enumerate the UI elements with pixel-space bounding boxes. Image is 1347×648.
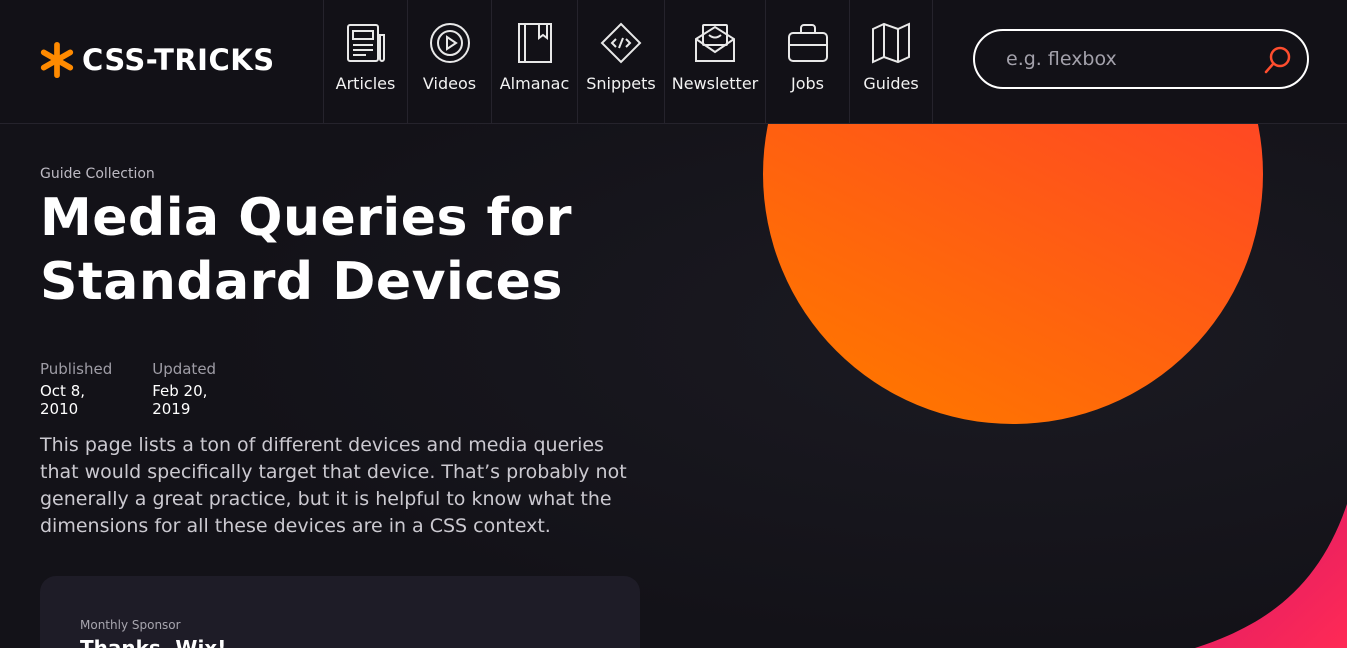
page-title: Media Queries for Standard Devices [40,188,573,312]
nav-guides[interactable]: Guides [849,0,933,124]
guide-collection-label[interactable]: Guide Collection [40,166,155,182]
newspaper-icon [346,24,385,62]
envelope-icon [695,24,735,62]
nav-snippets[interactable]: Snippets [577,0,664,124]
nav-label: Guides [863,74,919,93]
sponsor-label: Monthly Sponsor [80,618,181,632]
nav-newsletter[interactable]: Newsletter [664,0,765,124]
sponsor-title: Thanks, Wix! [80,636,227,648]
published-block: Published Oct 8, 2010 [40,360,112,418]
search-box [973,29,1309,89]
map-icon [872,22,910,64]
nav-articles[interactable]: Articles [323,0,407,124]
logo-text: CSS-TRICKS [82,43,275,77]
updated-block: Updated Feb 20, 2019 [152,360,216,418]
nav-label: Videos [422,74,477,93]
site-logo[interactable]: CSS-TRICKS [38,40,275,80]
search-input[interactable] [1006,48,1256,70]
book-icon [517,23,552,63]
nav-label: Articles [335,74,396,93]
asterisk-logo-icon [40,41,74,79]
nav-label: Jobs [791,74,824,93]
code-diamond-icon [600,22,642,64]
updated-label: Updated [152,360,217,378]
intro-paragraph: This page lists a ton of different devic… [40,434,627,537]
nav-almanac[interactable]: Almanac [491,0,577,124]
nav-jobs[interactable]: Jobs [765,0,849,124]
nav-videos[interactable]: Videos [407,0,491,124]
search-icon[interactable] [1263,45,1293,75]
site-header: CSS-TRICKS Articles Videos Almanac Snipp… [0,0,1347,124]
main-nav: Articles Videos Almanac Snippets Newslet… [323,0,933,124]
nav-label: Snippets [586,74,656,93]
nav-label: Newsletter [671,74,759,93]
published-date: Oct 8, 2010 [40,382,86,418]
play-circle-icon [429,23,470,63]
sponsor-card[interactable]: Monthly Sponsor Thanks, Wix! [40,576,640,648]
briefcase-icon [787,24,828,62]
article-meta: Published Oct 8, 2010 Updated Feb 20, 20… [40,360,216,418]
updated-date: Feb 20, 2019 [152,382,208,418]
nav-label: Almanac [499,74,570,93]
published-label: Published [40,360,113,378]
